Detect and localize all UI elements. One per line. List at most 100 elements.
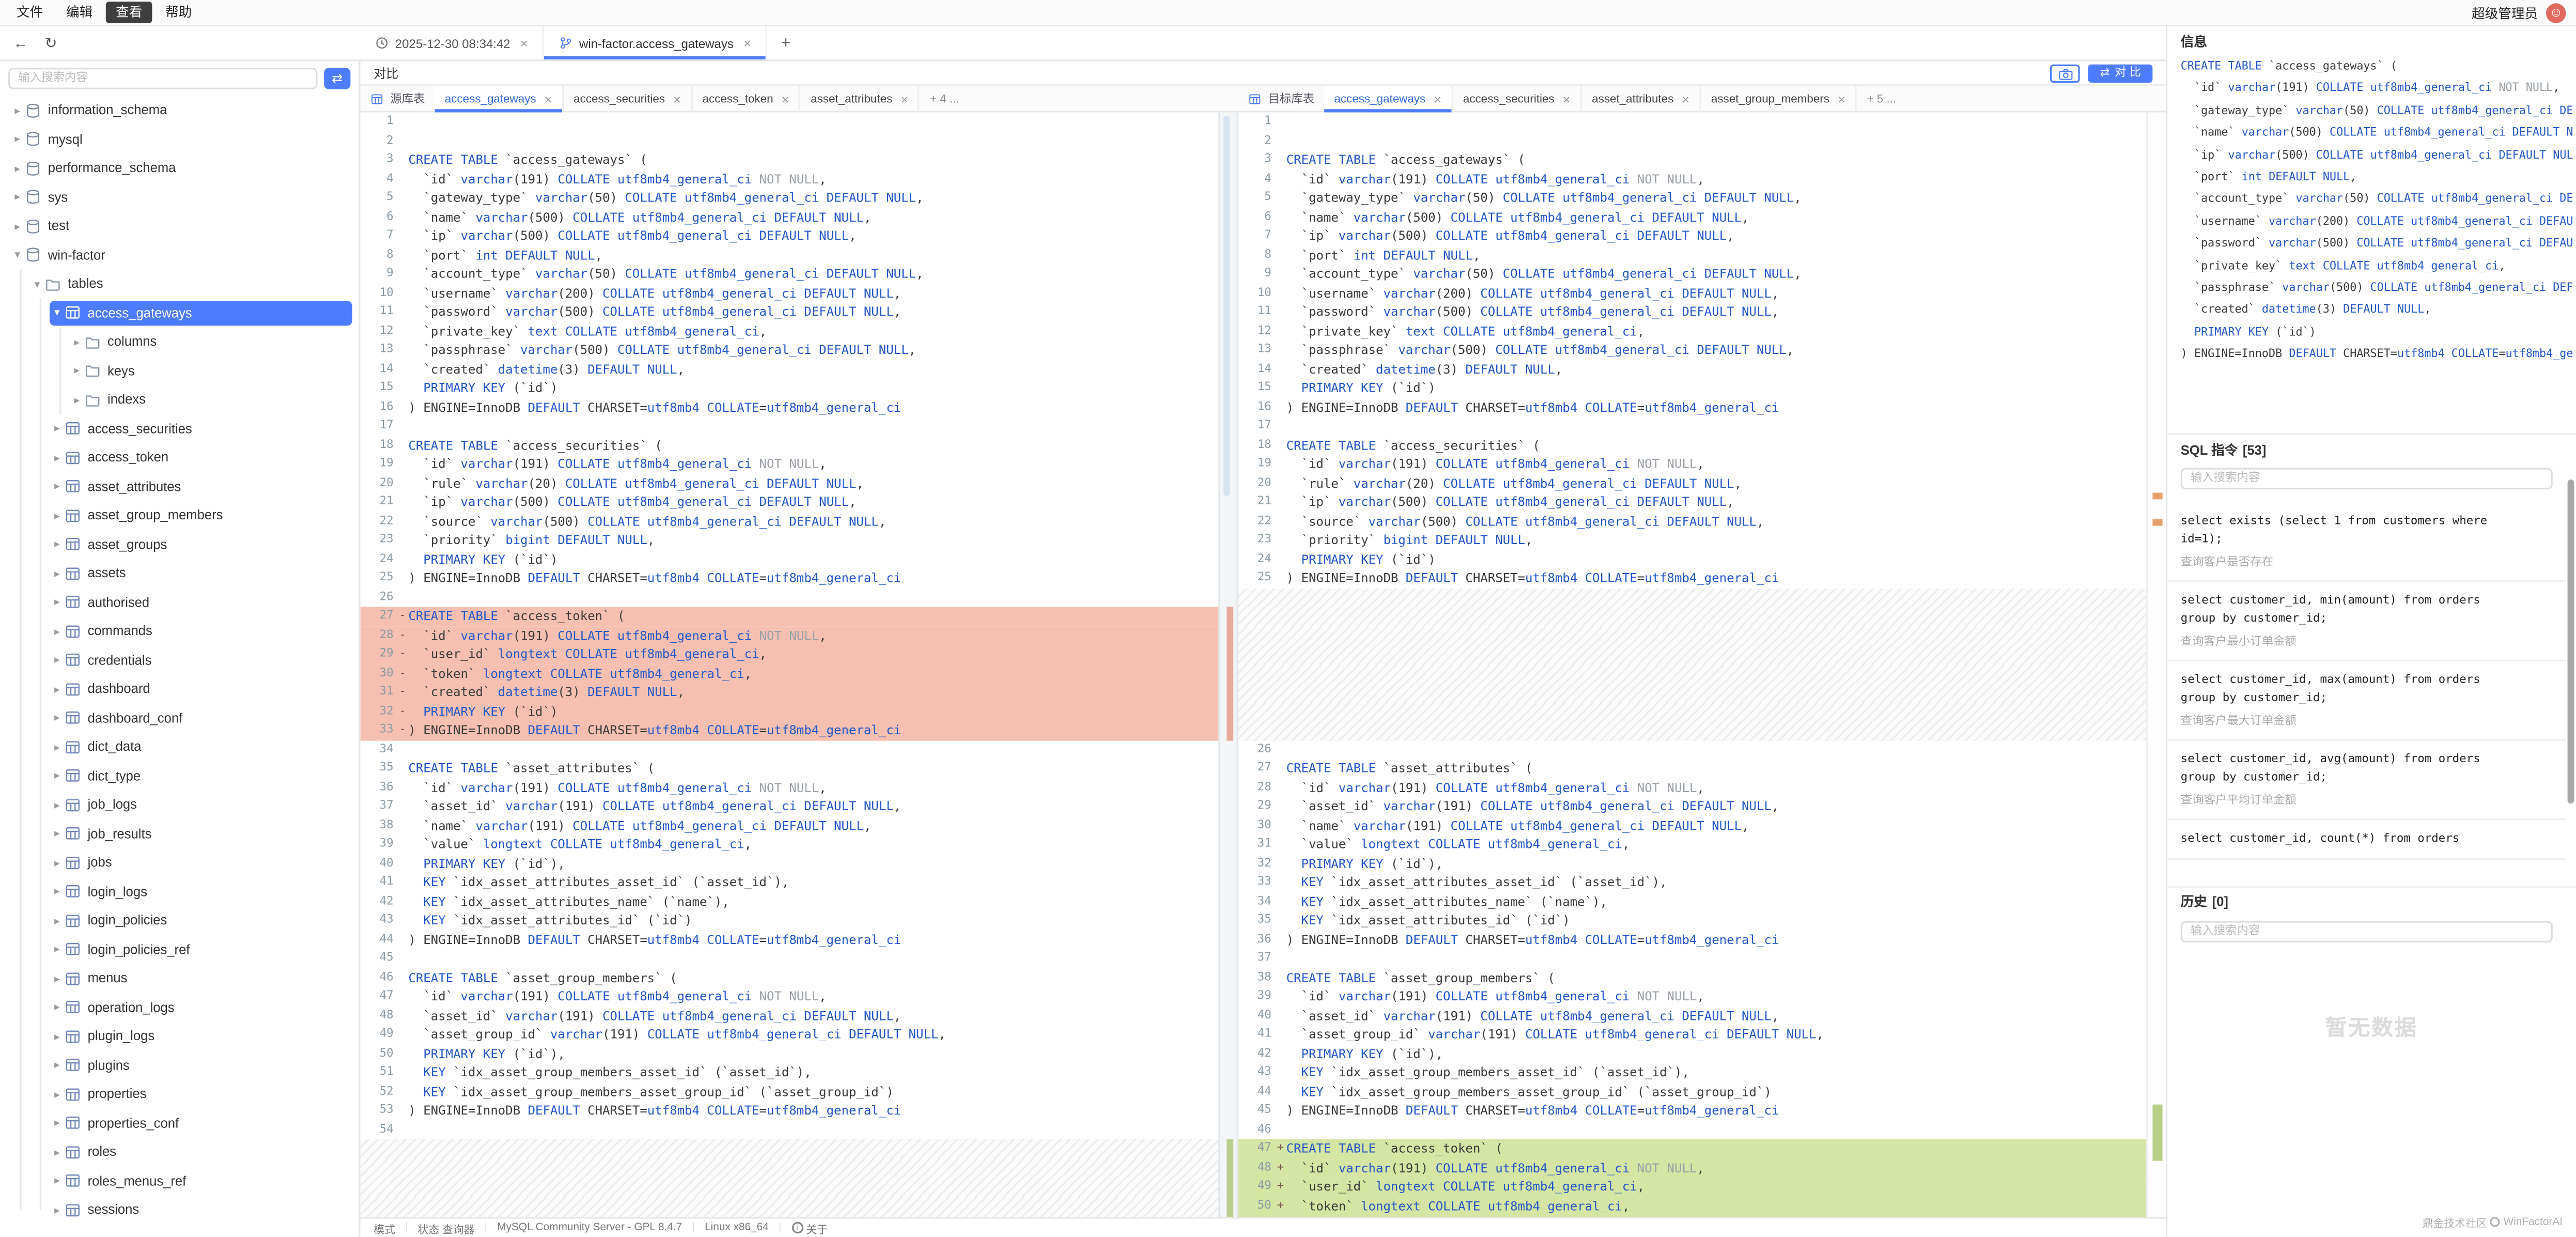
tree-item-operation_logs[interactable]: ▸operation_logs <box>0 993 359 1022</box>
diff-line[interactable]: 52 KEY `idx_asset_group_members_asset_gr… <box>361 1082 1219 1101</box>
diff-line[interactable]: 18CREATE TABLE `access_securities` ( <box>1238 436 2146 455</box>
close-icon[interactable]: × <box>545 92 552 107</box>
diff-line[interactable]: 16) ENGINE=InnoDB DEFAULT CHARSET=utf8mb… <box>361 398 1219 417</box>
diff-line[interactable]: 14 `created` datetime(3) DEFAULT NULL, <box>1238 360 2146 379</box>
menu-item[interactable]: 查看 <box>106 2 152 23</box>
close-icon[interactable]: × <box>673 92 681 107</box>
diff-line[interactable]: 8 `port` int DEFAULT NULL, <box>1238 245 2146 265</box>
pane-tab[interactable]: access_gateways× <box>1324 86 1453 112</box>
tree-item-asset_group_members[interactable]: ▸asset_group_members <box>0 501 359 530</box>
diff-line[interactable]: 27CREATE TABLE `asset_attributes` ( <box>1238 759 2146 778</box>
diff-line[interactable]: 49 `asset_group_id` varchar(191) COLLATE… <box>361 1025 1219 1044</box>
sql-command-item[interactable]: select customer_id, min(amount) from ord… <box>2167 582 2566 661</box>
diff-line[interactable]: 9 `account_type` varchar(50) COLLATE utf… <box>361 265 1219 284</box>
diff-line[interactable]: 48 `asset_id` varchar(191) COLLATE utf8m… <box>361 1006 1219 1025</box>
diff-line[interactable]: 30 `name` varchar(191) COLLATE utf8mb4_g… <box>1238 816 2146 835</box>
close-icon[interactable]: × <box>901 92 908 107</box>
diff-line[interactable]: 45 <box>361 949 1219 968</box>
close-icon[interactable]: × <box>1563 92 1571 107</box>
diff-line[interactable]: 45) ENGINE=InnoDB DEFAULT CHARSET=utf8mb… <box>1238 1101 2146 1120</box>
diff-line[interactable]: 17 <box>361 416 1219 436</box>
diff-line[interactable]: 38CREATE TABLE `asset_group_members` ( <box>1238 968 2146 987</box>
diff-line[interactable]: 2 <box>361 131 1219 150</box>
diff-line[interactable]: 12 `private_key` text COLLATE utf8mb4_ge… <box>1238 321 2146 341</box>
tree-item-win-factor[interactable]: ▾win-factor <box>0 241 359 270</box>
tree-item-menus[interactable]: ▸menus <box>0 964 359 993</box>
tree-item-roles[interactable]: ▸roles <box>0 1138 359 1167</box>
diff-line[interactable]: 6 `name` varchar(500) COLLATE utf8mb4_ge… <box>1238 208 2146 227</box>
pane-tab[interactable]: access_gateways× <box>435 86 564 112</box>
diff-line[interactable]: 32- PRIMARY KEY (`id`) <box>361 702 1219 721</box>
diff-line[interactable]: 19 `id` varchar(191) COLLATE utf8mb4_gen… <box>361 455 1219 474</box>
diff-line[interactable]: 29- `user_id` longtext COLLATE utf8mb4_g… <box>361 645 1219 664</box>
pane-tabs-overflow[interactable]: + 4 ... <box>920 86 969 112</box>
tree-item-indexs[interactable]: ▸indexs <box>0 385 359 414</box>
diff-line[interactable]: 41 KEY `idx_asset_attributes_asset_id` (… <box>361 873 1219 892</box>
tree-item-properties[interactable]: ▸properties <box>0 1080 359 1109</box>
diff-line[interactable]: 39 `id` varchar(191) COLLATE utf8mb4_gen… <box>1238 987 2146 1006</box>
pane-tab[interactable]: asset_group_members× <box>1701 86 1857 112</box>
diff-line[interactable]: 5 `gateway_type` varchar(50) COLLATE utf… <box>361 189 1219 208</box>
diff-line[interactable]: 16) ENGINE=InnoDB DEFAULT CHARSET=utf8mb… <box>1238 398 2146 417</box>
diff-line[interactable]: 26 <box>361 588 1219 607</box>
tree-item-performance_schema[interactable]: ▸performance_schema <box>0 154 359 183</box>
diff-line[interactable]: 7 `ip` varchar(500) COLLATE utf8mb4_gene… <box>1238 226 2146 245</box>
sql-command-item[interactable]: select exists (select 1 from customers w… <box>2167 503 2566 582</box>
diff-line[interactable]: 17 <box>1238 416 2146 436</box>
tree-item-job_results[interactable]: ▸job_results <box>0 819 359 848</box>
diff-line[interactable]: 43 KEY `idx_asset_group_members_asset_id… <box>1238 1063 2146 1083</box>
source-diff-editor[interactable]: 123CREATE TABLE `access_gateways` (4 `id… <box>361 113 1219 1217</box>
diff-line[interactable]: 13 `passphrase` varchar(500) COLLATE utf… <box>361 341 1219 360</box>
tree-item-roles_menus_ref[interactable]: ▸roles_menus_ref <box>0 1167 359 1196</box>
menu-item[interactable]: 帮助 <box>156 2 202 23</box>
tree-item-login_policies[interactable]: ▸login_policies <box>0 906 359 935</box>
menu-item[interactable]: 文件 <box>7 2 53 23</box>
diff-line[interactable]: 22 `source` varchar(500) COLLATE utf8mb4… <box>361 512 1219 531</box>
diff-line[interactable]: 18CREATE TABLE `access_securities` ( <box>361 436 1219 455</box>
compare-button[interactable]: ⇄ 对 比 <box>2088 64 2152 82</box>
history-search-input[interactable] <box>2181 921 2553 942</box>
tree-item-authorised[interactable]: ▸authorised <box>0 588 359 617</box>
pane-tabs-overflow[interactable]: + 5 ... <box>1857 86 1906 112</box>
tree-item-information_schema[interactable]: ▸information_schema <box>0 96 359 125</box>
diff-line[interactable]: 27-CREATE TABLE `access_token` ( <box>361 607 1219 626</box>
diff-line[interactable]: 47 `id` varchar(191) COLLATE utf8mb4_gen… <box>361 987 1219 1006</box>
diff-line[interactable]: 33-) ENGINE=InnoDB DEFAULT CHARSET=utf8m… <box>361 721 1219 740</box>
diff-line[interactable]: 7 `ip` varchar(500) COLLATE utf8mb4_gene… <box>361 226 1219 245</box>
diff-line[interactable]: 50+ `token` longtext COLLATE utf8mb4_gen… <box>1238 1196 2146 1215</box>
tree-item-properties_conf[interactable]: ▸properties_conf <box>0 1109 359 1138</box>
diff-line[interactable]: 24 PRIMARY KEY (`id`) <box>361 550 1219 569</box>
diff-line[interactable]: 4 `id` varchar(191) COLLATE utf8mb4_gene… <box>1238 169 2146 189</box>
tree-item-access_token[interactable]: ▸access_token <box>0 443 359 472</box>
footer-brand[interactable]: 鼎金技术社区 WinFactorAI <box>2423 1214 2563 1230</box>
tree-item-login_policies_ref[interactable]: ▸login_policies_ref <box>0 935 359 964</box>
diff-line[interactable]: 13 `passphrase` varchar(500) COLLATE utf… <box>1238 341 2146 360</box>
diff-line[interactable]: 43 KEY `idx_asset_attributes_id` (`id`) <box>361 911 1219 930</box>
pane-tab[interactable]: access_securities× <box>1453 86 1582 112</box>
diff-line[interactable]: 51 KEY `idx_asset_group_members_asset_id… <box>361 1063 1219 1083</box>
diff-line[interactable]: 46CREATE TABLE `asset_group_members` ( <box>361 968 1219 987</box>
sql-command-item[interactable]: select customer_id, max(amount) from ord… <box>2167 661 2566 741</box>
diff-line[interactable]: 39 `value` longtext COLLATE utf8mb4_gene… <box>361 835 1219 854</box>
tree-item-dashboard_conf[interactable]: ▸dashboard_conf <box>0 704 359 733</box>
diff-line[interactable]: 5 `gateway_type` varchar(50) COLLATE utf… <box>1238 189 2146 208</box>
diff-line[interactable]: 33 KEY `idx_asset_attributes_asset_id` (… <box>1238 873 2146 892</box>
diff-line[interactable]: 21 `ip` varchar(500) COLLATE utf8mb4_gen… <box>361 493 1219 512</box>
tree-item-columns[interactable]: ▸columns <box>0 328 359 357</box>
scrollbar-thumb[interactable] <box>2568 480 2573 803</box>
diff-line[interactable]: 42 PRIMARY KEY (`id`), <box>1238 1044 2146 1063</box>
diff-line[interactable]: 3CREATE TABLE `access_gateways` ( <box>1238 150 2146 169</box>
diff-line[interactable]: 49+ `user_id` longtext COLLATE utf8mb4_g… <box>1238 1177 2146 1196</box>
diff-line[interactable]: 37 `asset_id` varchar(191) COLLATE utf8m… <box>361 797 1219 816</box>
diff-line[interactable]: 20 `rule` varchar(20) COLLATE utf8mb4_ge… <box>361 474 1219 493</box>
diff-line[interactable]: 28 `id` varchar(191) COLLATE utf8mb4_gen… <box>1238 778 2146 797</box>
close-icon[interactable]: × <box>1838 92 1845 107</box>
diff-line[interactable]: 42 KEY `idx_asset_attributes_name` (`nam… <box>361 892 1219 911</box>
diff-line[interactable]: 41 `asset_group_id` varchar(191) COLLATE… <box>1238 1025 2146 1044</box>
tree-item-dict_type[interactable]: ▸dict_type <box>0 762 359 791</box>
current-user-label[interactable]: 超级管理员 <box>2472 4 2538 22</box>
tree-item-access_gateways[interactable]: ▾access_gateways <box>0 299 359 328</box>
diff-line[interactable]: 2 <box>1238 131 2146 150</box>
tree-item-commands[interactable]: ▸commands <box>0 617 359 646</box>
diff-line[interactable]: 10 `username` varchar(200) COLLATE utf8m… <box>361 284 1219 303</box>
